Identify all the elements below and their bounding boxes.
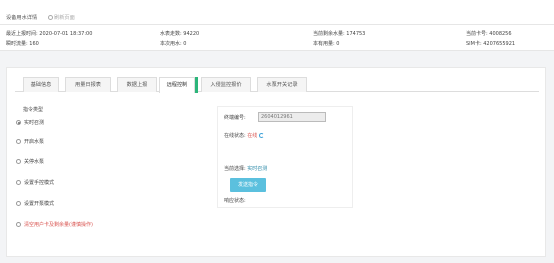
command-type-heading: 指令类型 [23, 107, 44, 113]
online-value: 在线 [247, 133, 258, 139]
option-realtime[interactable]: 实时召测 [16, 119, 44, 126]
tab-intrusion-monitor[interactable]: 入侵监控报价 [201, 77, 251, 92]
terminal-label: 终端编号: [224, 115, 246, 121]
tab-data-report[interactable]: 数据上报 [117, 77, 157, 92]
response-status-label: 响应状态: [224, 198, 246, 204]
water-total: 水表走数: 94220 [160, 31, 200, 37]
online-status: 在线状态: 在线 [224, 132, 265, 139]
option-open-pump[interactable]: 开启水泵 [16, 138, 44, 145]
refresh-icon [48, 15, 53, 20]
tab-daily-report[interactable]: 用量日报表 [65, 77, 111, 92]
tab-pump-records[interactable]: 水泵开关记录 [257, 77, 307, 92]
option-stop-pump[interactable]: 关停水泵 [16, 158, 44, 165]
radio-open-pump[interactable] [16, 139, 21, 144]
this-water: 本次用水: 0 [160, 41, 187, 47]
instant-flow: 瞬时流量: 160 [6, 41, 39, 47]
sim-card: SIM卡: 4207655921 [466, 41, 516, 47]
this-usage: 本有用量: 0 [313, 41, 340, 47]
option-manual-mode[interactable]: 设置手控模式 [16, 179, 54, 186]
selected-mode-value: 实时召测 [247, 166, 268, 172]
radio-realtime[interactable] [16, 120, 21, 125]
command-detail-box: 终端编号: 在线状态: 在线 当前选择: 实时召测 发送指令 响应状态: [217, 106, 353, 208]
sync-icon[interactable] [259, 133, 265, 138]
radio-pump-mode[interactable] [16, 201, 21, 206]
current-selection: 当前选择: 实时召测 [224, 166, 268, 172]
radio-stop-pump[interactable] [16, 159, 21, 164]
page-title: 设备用水详情 [6, 15, 38, 21]
refresh-label: 刷新页面 [54, 15, 75, 21]
send-command-button[interactable]: 发送指令 [230, 178, 266, 192]
card-number: 当前卡号: 4008256 [466, 31, 512, 37]
tab-bar: 基础信息 用量日报表 数据上报 远程控制 入侵监控报价 水泵开关记录 [15, 77, 539, 93]
top-bar: 设备用水详情 刷新页面 [0, 0, 554, 25]
radio-manual-mode[interactable] [16, 180, 21, 185]
device-info: 最近上报时间: 2020-07-01 18:37:00 水表走数: 94220 … [0, 25, 554, 51]
remaining-water: 当前剩余水量: 174753 [313, 31, 366, 37]
refresh-button[interactable]: 刷新页面 [48, 14, 75, 21]
radio-clear-card[interactable] [16, 222, 21, 227]
active-tab-indicator [195, 77, 198, 93]
tab-remote-control[interactable]: 远程控制 [159, 77, 195, 93]
last-report-time: 最近上报时间: 2020-07-01 18:37:00 [6, 31, 93, 37]
terminal-number-field[interactable] [258, 112, 326, 122]
content-panel: 基础信息 用量日报表 数据上报 远程控制 入侵监控报价 水泵开关记录 指令类型 … [6, 67, 546, 257]
option-pump-mode[interactable]: 设置开泵模式 [16, 200, 54, 207]
tab-basic-info[interactable]: 基础信息 [23, 77, 59, 92]
option-clear-card[interactable]: 清空用户卡及剩余量(谨慎操作) [16, 221, 93, 228]
